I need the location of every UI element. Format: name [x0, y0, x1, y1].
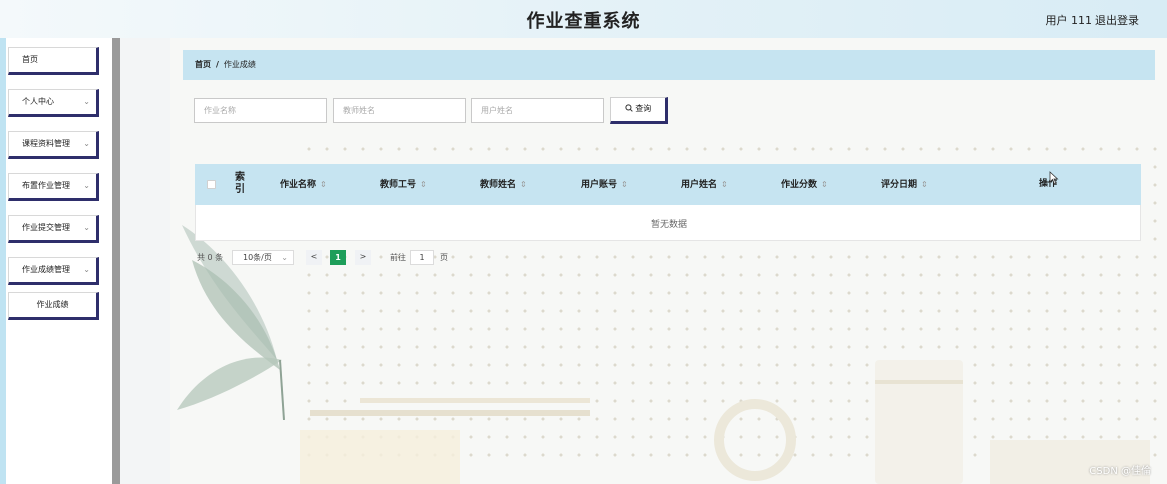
- goto-page-input[interactable]: 1: [410, 250, 434, 265]
- sort-icon[interactable]: ⇕: [621, 180, 628, 189]
- column-header-grading-date[interactable]: 评分日期 ⇕: [881, 164, 928, 205]
- chevron-down-icon: ⌄: [83, 223, 90, 232]
- page-size-value: 10条/页: [243, 253, 272, 262]
- column-header-teacher-name[interactable]: 教师姓名 ⇕: [480, 164, 527, 205]
- sort-icon[interactable]: ⇕: [921, 180, 928, 189]
- sidebar-item-homework-submission[interactable]: 作业提交管理 ⌄: [8, 215, 99, 243]
- sidebar-item-course-materials[interactable]: 课程资料管理 ⌄: [8, 131, 99, 159]
- breadcrumb: 首页 / 作业成绩: [183, 50, 1155, 80]
- column-header-label: 用户账号: [581, 180, 618, 190]
- column-header-label: 作业名称: [280, 180, 317, 190]
- breadcrumb-current: 作业成绩: [223, 60, 256, 69]
- goto-label: 前往: [390, 253, 406, 262]
- select-all-checkbox[interactable]: [207, 180, 216, 189]
- sidebar-item-home[interactable]: 首页: [8, 47, 99, 75]
- column-header-teacher-id[interactable]: 教师工号 ⇕: [380, 164, 427, 205]
- column-header-label: 教师工号: [380, 180, 417, 190]
- table-header: 索引 作业名称 ⇕ 教师工号 ⇕ 教师姓名 ⇕ 用户账号 ⇕ 用户姓名 ⇕ 作业分数 ⇕ 评…: [195, 164, 1141, 205]
- top-header: 作业查重系统 用户 111 退出登录: [0, 0, 1167, 38]
- sidebar-item-label: 作业成绩: [36, 300, 69, 309]
- column-header-user-name[interactable]: 用户姓名 ⇕: [681, 164, 728, 205]
- search-icon: [625, 104, 633, 112]
- sidebar-item-personal-center[interactable]: 个人中心 ⌄: [8, 89, 99, 117]
- column-header-label: 用户姓名: [681, 180, 718, 190]
- homework-name-input[interactable]: [194, 98, 327, 123]
- page-suffix-label: 页: [440, 253, 448, 262]
- chevron-down-icon: ⌄: [83, 181, 90, 190]
- breadcrumb-home-link[interactable]: 首页: [195, 60, 211, 69]
- sidebar-item-label: 首页: [22, 55, 38, 64]
- column-header-index: 索引: [235, 172, 245, 195]
- search-button-label: 查询: [635, 104, 652, 113]
- sidebar-scrollbar[interactable]: [112, 38, 120, 484]
- page-size-select[interactable]: 10条/页 ⌄: [232, 250, 294, 265]
- column-header-label: 教师姓名: [480, 180, 517, 190]
- search-button[interactable]: 查询: [610, 97, 668, 124]
- sidebar: 首页 个人中心 ⌄ 课程资料管理 ⌄ 布置作业管理 ⌄ 作业提交管理 ⌄ 作业成…: [6, 38, 112, 484]
- column-header-user-account[interactable]: 用户账号 ⇕: [581, 164, 628, 205]
- logout-link[interactable]: 退出登录: [1095, 12, 1139, 28]
- sidebar-item-label: 作业成绩管理: [22, 265, 70, 274]
- sidebar-item-label: 课程资料管理: [22, 139, 70, 148]
- chevron-down-icon: ⌄: [83, 139, 90, 148]
- pagination-total: 共 0 条: [197, 253, 224, 262]
- sort-icon[interactable]: ⇕: [320, 180, 327, 189]
- prev-page-button[interactable]: <: [306, 250, 322, 265]
- sidebar-item-label: 个人中心: [22, 97, 54, 106]
- teacher-name-input[interactable]: [333, 98, 466, 123]
- chevron-down-icon: ⌄: [83, 265, 90, 274]
- desk-objects-decoration: [300, 360, 1150, 484]
- sort-icon[interactable]: ⇕: [420, 180, 427, 189]
- breadcrumb-separator: /: [216, 60, 219, 69]
- sort-icon[interactable]: ⇕: [821, 180, 828, 189]
- sidebar-item-grade-management[interactable]: 作业成绩管理 ⌄: [8, 257, 99, 285]
- sidebar-item-assign-homework[interactable]: 布置作业管理 ⌄: [8, 173, 99, 201]
- sidebar-item-label: 作业提交管理: [22, 223, 70, 232]
- system-title: 作业查重系统: [526, 11, 641, 32]
- sort-icon[interactable]: ⇕: [721, 180, 728, 189]
- next-page-button[interactable]: >: [355, 250, 371, 265]
- chevron-down-icon: ⌄: [281, 253, 288, 262]
- sidebar-subitem-homework-grades[interactable]: 作业成绩: [8, 292, 99, 320]
- sidebar-item-label: 布置作业管理: [22, 181, 70, 190]
- table-body: 暂无数据: [195, 205, 1141, 241]
- sort-icon[interactable]: ⇕: [520, 180, 527, 189]
- current-user: 用户 111: [1045, 14, 1093, 27]
- column-header-label: 作业分数: [781, 180, 818, 190]
- csdn-watermark: CSDN @佳倫: [1089, 466, 1151, 477]
- sidebar-gutter: [120, 38, 170, 484]
- column-header-homework-score[interactable]: 作业分数 ⇕: [781, 164, 828, 205]
- chevron-down-icon: ⌄: [83, 97, 90, 106]
- column-header-homework-name[interactable]: 作业名称 ⇕: [280, 164, 327, 205]
- column-header-label: 评分日期: [881, 180, 918, 190]
- mouse-cursor-icon: [1049, 171, 1059, 185]
- user-name-input[interactable]: [471, 98, 604, 123]
- page-number-1[interactable]: 1: [330, 250, 346, 265]
- empty-state-text: 暂无数据: [650, 220, 687, 230]
